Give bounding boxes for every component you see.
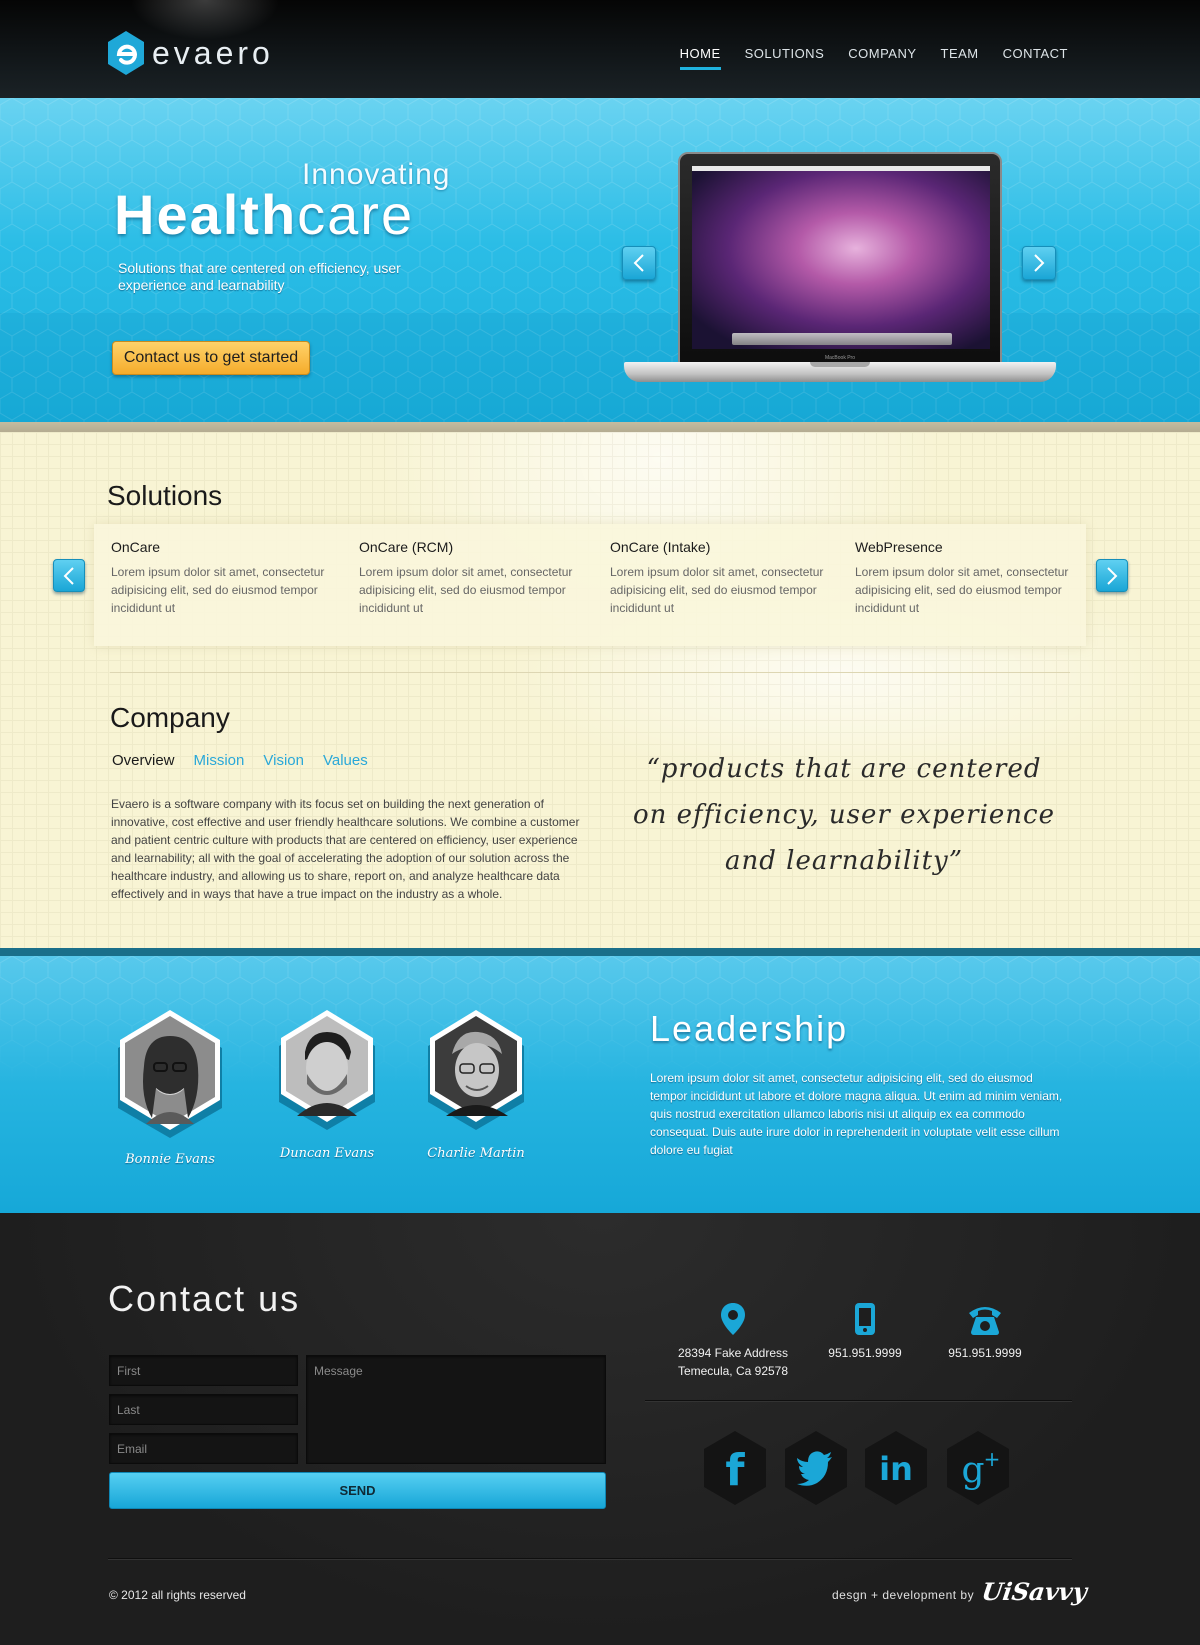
- first-name-field[interactable]: [109, 1355, 298, 1386]
- tab-values[interactable]: Values: [323, 752, 368, 769]
- solution-text: Lorem ipsum dolor sit amet, consectetur …: [359, 565, 573, 615]
- svg-text:g: g: [961, 1450, 984, 1491]
- nav-solutions[interactable]: SOLUTIONS: [745, 46, 825, 70]
- tab-overview[interactable]: Overview: [112, 752, 175, 769]
- logo-text: evaero: [152, 34, 274, 71]
- nav-team[interactable]: TEAM: [941, 46, 979, 70]
- copyright-text: © 2012 all rights reserved: [109, 1588, 246, 1602]
- site-header: evaero HOME SOLUTIONS COMPANY TEAM CONTA…: [0, 0, 1200, 98]
- laptop-lid: MacBook Pro: [678, 152, 1002, 365]
- leadership-top-strip: [0, 948, 1200, 956]
- hero-title: Healthcare: [114, 182, 414, 247]
- nav-company[interactable]: COMPANY: [848, 46, 916, 70]
- solution-title: OnCare (RCM): [359, 539, 454, 555]
- leader-card[interactable]: Duncan Evans: [266, 1008, 388, 1161]
- contact-info-divider: [645, 1400, 1072, 1401]
- linkedin-link[interactable]: in: [864, 1430, 928, 1506]
- solution-title: WebPresence: [855, 539, 943, 555]
- facebook-link[interactable]: f: [703, 1430, 767, 1506]
- company-quote: “products that are centered on efficienc…: [632, 754, 1056, 876]
- svg-text:+: +: [984, 1447, 1001, 1471]
- solution-text: Lorem ipsum dolor sit amet, consectetur …: [855, 565, 1069, 615]
- leadership-description: Lorem ipsum dolor sit amet, consectetur …: [650, 1071, 1063, 1157]
- mobile-phone-icon: [855, 1303, 875, 1335]
- message-field[interactable]: [306, 1355, 606, 1464]
- solutions-next-button[interactable]: [1096, 559, 1128, 592]
- leader-name: Bonnie Evans: [125, 1152, 215, 1167]
- laptop-notch: [810, 362, 870, 367]
- twitter-icon: [785, 1431, 847, 1505]
- company-description: Evaero is a software company with its fo…: [111, 797, 580, 901]
- leadership-heading: Leadership: [650, 1008, 849, 1049]
- solution-text: Lorem ipsum dolor sit amet, consectetur …: [610, 565, 824, 615]
- logo[interactable]: evaero: [107, 30, 274, 76]
- leader-name: Duncan Evans: [279, 1146, 375, 1161]
- nav-contact[interactable]: CONTACT: [1003, 46, 1068, 70]
- tab-mission[interactable]: Mission: [194, 752, 245, 769]
- hero-title-light: care: [297, 183, 415, 246]
- laptop-label: MacBook Pro: [824, 355, 855, 361]
- svg-text:f: f: [725, 1445, 745, 1496]
- send-button[interactable]: SEND: [109, 1472, 606, 1509]
- chevron-right-icon: [1107, 566, 1118, 585]
- solution-card[interactable]: OnCare Lorem ipsum dolor sit amet, conse…: [111, 539, 336, 617]
- linkedin-icon: in: [865, 1431, 927, 1505]
- screen-menubar: [692, 166, 990, 171]
- facebook-icon: f: [704, 1431, 766, 1505]
- laptop-screen: [692, 166, 990, 349]
- avatar: [428, 1010, 524, 1130]
- location-pin-icon: [721, 1303, 745, 1335]
- solution-card[interactable]: WebPresence Lorem ipsum dolor sit amet, …: [855, 539, 1080, 617]
- screen-dock: [732, 333, 952, 345]
- twitter-link[interactable]: [784, 1430, 848, 1506]
- credit-text: desgn + development by: [832, 1588, 975, 1602]
- avatar: [279, 1010, 375, 1130]
- uisavvy-signature-logo[interactable]: UiSavvy: [980, 1577, 1089, 1606]
- svg-text:in: in: [879, 1450, 913, 1488]
- address-line1: 28394 Fake Address: [677, 1346, 789, 1360]
- phone-info: 951.951.9999: [934, 1302, 1036, 1362]
- solutions-prev-button[interactable]: [53, 559, 85, 592]
- leader-card[interactable]: Bonnie Evans: [105, 1008, 235, 1167]
- contact-heading: Contact us: [108, 1278, 301, 1319]
- nav-home[interactable]: HOME: [679, 46, 721, 70]
- solution-card[interactable]: OnCare (RCM) Lorem ipsum dolor sit amet,…: [359, 539, 584, 617]
- hero-description: Solutions that are centered on efficienc…: [118, 260, 401, 293]
- tab-vision[interactable]: Vision: [263, 752, 304, 769]
- company-tabs: Overview Mission Vision Values: [112, 752, 387, 769]
- company-heading: Company: [110, 702, 230, 733]
- email-field[interactable]: [109, 1433, 298, 1464]
- mobile-info: 951.951.9999: [814, 1302, 916, 1362]
- section-divider: [110, 672, 1070, 673]
- google-plus-link[interactable]: g +: [946, 1430, 1010, 1506]
- contact-cta-button[interactable]: Contact us to get started: [112, 341, 310, 375]
- laptop-image: MacBook Pro: [624, 152, 1056, 387]
- google-plus-icon: g +: [947, 1431, 1009, 1505]
- avatar: [118, 1010, 222, 1138]
- mobile-number: 951.951.9999: [828, 1346, 902, 1360]
- solutions-heading: Solutions: [107, 480, 223, 511]
- footer-divider: [108, 1558, 1072, 1559]
- leader-card[interactable]: Charlie Martin: [418, 1008, 534, 1161]
- hero-banner: Innovating Healthcare Solutions that are…: [0, 98, 1200, 422]
- section-divider-strip: [0, 422, 1200, 432]
- last-name-field[interactable]: [109, 1394, 298, 1425]
- solution-title: OnCare (Intake): [610, 539, 711, 555]
- hero-title-bold: Health: [114, 183, 298, 246]
- address-line2: Temecula, Ca 92578: [677, 1364, 789, 1378]
- solution-text: Lorem ipsum dolor sit amet, consectetur …: [111, 565, 325, 615]
- chevron-left-icon: [63, 566, 74, 585]
- telephone-icon: [969, 1307, 1001, 1335]
- phone-number: 951.951.9999: [948, 1346, 1022, 1360]
- address-info: 28394 Fake Address Temecula, Ca 92578: [662, 1302, 804, 1380]
- solution-card[interactable]: OnCare (Intake) Lorem ipsum dolor sit am…: [610, 539, 835, 617]
- solution-title: OnCare: [111, 539, 161, 555]
- logo-hexagon-icon: [108, 31, 144, 75]
- main-nav: HOME SOLUTIONS COMPANY TEAM CONTACT: [656, 46, 1068, 70]
- leader-name: Charlie Martin: [427, 1146, 525, 1161]
